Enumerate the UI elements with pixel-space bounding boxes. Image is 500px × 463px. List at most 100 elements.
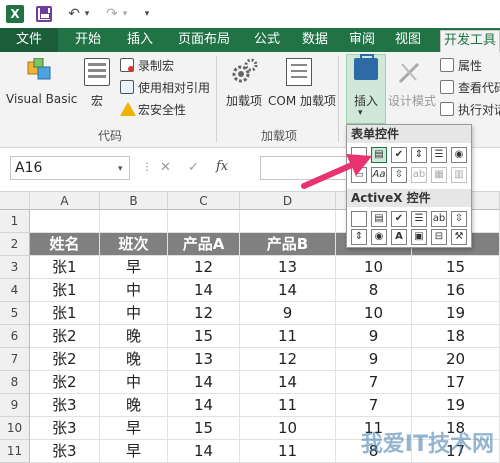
spin-button-form-control-icon[interactable]: ⇕ [411, 147, 427, 163]
table-cell[interactable]: 张2 [30, 325, 100, 348]
table-cell[interactable]: 11 [240, 440, 336, 463]
activex-list-box-icon[interactable]: ☰ [411, 211, 427, 227]
tab-data[interactable]: 数据 [292, 28, 338, 52]
row-header[interactable]: 6 [0, 325, 30, 348]
properties-label[interactable]: 属性 [458, 57, 482, 74]
table-cell[interactable]: 19 [412, 302, 500, 325]
scroll-bar-form-control-icon[interactable]: ⇳ [391, 167, 407, 183]
table-cell[interactable]: 10 [240, 417, 336, 440]
properties-icon[interactable] [440, 58, 454, 72]
table-cell[interactable]: 12 [168, 302, 240, 325]
header-cell[interactable]: 班次 [100, 233, 168, 256]
table-cell[interactable]: 19 [412, 394, 500, 417]
activex-label-icon[interactable]: A [391, 229, 407, 245]
table-cell[interactable]: 9 [336, 348, 412, 371]
table-cell[interactable]: 14 [240, 279, 336, 302]
table-cell[interactable]: 张2 [30, 371, 100, 394]
activex-combo-box-icon[interactable]: ▤ [371, 211, 387, 227]
tab-review[interactable]: 审阅 [340, 28, 384, 52]
name-box[interactable]: A16 [10, 156, 130, 180]
table-cell[interactable]: 7 [336, 371, 412, 394]
activex-toggle-button-icon[interactable]: ⊟ [431, 229, 447, 245]
empty-cell[interactable] [30, 210, 100, 233]
activex-spin-button-icon[interactable]: ⇕ [351, 229, 367, 245]
redo-icon[interactable]: ↷ [104, 4, 120, 24]
tab-insert[interactable]: 插入 [116, 28, 164, 52]
table-cell[interactable]: 14 [168, 371, 240, 394]
addins-label[interactable]: 加载项 [226, 92, 262, 109]
table-cell[interactable]: 中 [100, 302, 168, 325]
empty-cell[interactable] [100, 210, 168, 233]
table-cell[interactable]: 张1 [30, 302, 100, 325]
insert-function-icon[interactable]: fx [216, 159, 228, 174]
tab-page-layout[interactable]: 页面布局 [166, 28, 242, 52]
row-header[interactable]: 10 [0, 417, 30, 440]
cancel-icon[interactable]: ✕ [160, 160, 171, 175]
com-addins-label[interactable]: COM 加载项 [268, 92, 336, 109]
redo-dropdown-icon[interactable]: ▾ [120, 4, 130, 24]
column-header-c[interactable]: C [168, 192, 240, 210]
table-cell[interactable]: 7 [336, 394, 412, 417]
table-cell[interactable]: 9 [336, 325, 412, 348]
tab-home[interactable]: 开始 [60, 28, 116, 52]
activex-text-box-icon[interactable]: ab [431, 211, 447, 227]
table-cell[interactable]: 14 [240, 371, 336, 394]
run-dialog-label[interactable]: 执行对话 [458, 101, 500, 118]
table-cell[interactable]: 14 [168, 394, 240, 417]
table-cell[interactable]: 13 [240, 256, 336, 279]
table-cell[interactable]: 13 [168, 348, 240, 371]
table-cell[interactable]: 14 [168, 440, 240, 463]
checkbox-form-control-icon[interactable]: ✔ [391, 147, 407, 163]
select-all-corner[interactable] [0, 192, 30, 210]
run-dialog-icon[interactable] [440, 102, 454, 116]
table-cell[interactable]: 张3 [30, 440, 100, 463]
empty-cell[interactable] [168, 210, 240, 233]
table-cell[interactable]: 17 [412, 371, 500, 394]
table-cell[interactable]: 11 [240, 325, 336, 348]
table-cell[interactable]: 12 [240, 348, 336, 371]
table-cell[interactable]: 张1 [30, 279, 100, 302]
table-cell[interactable]: 15 [168, 325, 240, 348]
row-header[interactable]: 4 [0, 279, 30, 302]
view-code-label[interactable]: 查看代码 [458, 79, 500, 96]
table-cell[interactable]: 早 [100, 256, 168, 279]
macro-security-label[interactable]: 宏安全性 [138, 101, 186, 118]
record-macro-label[interactable]: 录制宏 [138, 57, 174, 74]
table-cell[interactable]: 早 [100, 440, 168, 463]
gear-icon[interactable] [232, 58, 258, 84]
design-mode-label[interactable]: 设计模式 [388, 92, 436, 109]
table-cell[interactable]: 中 [100, 371, 168, 394]
macro-icon[interactable] [84, 58, 110, 86]
table-cell[interactable]: 晚 [100, 348, 168, 371]
tab-developer[interactable]: 开发工具 [440, 30, 500, 52]
table-cell[interactable]: 中 [100, 279, 168, 302]
table-cell[interactable]: 张3 [30, 394, 100, 417]
table-cell[interactable]: 10 [336, 256, 412, 279]
tab-formulas[interactable]: 公式 [244, 28, 290, 52]
column-header-d[interactable]: D [240, 192, 336, 210]
visual-basic-icon[interactable] [26, 57, 54, 84]
tab-file[interactable]: 文件 [0, 28, 58, 52]
row-header[interactable]: 9 [0, 394, 30, 417]
header-cell[interactable]: 产品A [168, 233, 240, 256]
header-cell[interactable]: 姓名 [30, 233, 100, 256]
relative-reference-label[interactable]: 使用相对引用 [138, 79, 210, 96]
option-button-form-control-icon[interactable]: ◉ [451, 147, 467, 163]
table-cell[interactable]: 张1 [30, 256, 100, 279]
table-cell[interactable]: 16 [412, 279, 500, 302]
table-cell[interactable]: 10 [336, 302, 412, 325]
table-cell[interactable]: 14 [168, 279, 240, 302]
table-cell[interactable]: 20 [412, 348, 500, 371]
row-header[interactable]: 5 [0, 302, 30, 325]
undo-icon[interactable]: ↶ [66, 4, 82, 24]
activex-option-button-icon[interactable]: ◉ [371, 229, 387, 245]
row-header[interactable]: 2 [0, 233, 30, 256]
warning-icon[interactable] [120, 102, 136, 116]
table-cell[interactable]: 张2 [30, 348, 100, 371]
table-cell[interactable]: 晚 [100, 325, 168, 348]
tab-view[interactable]: 视图 [386, 28, 430, 52]
save-icon[interactable] [36, 6, 52, 22]
activex-button-icon[interactable] [351, 211, 367, 227]
table-cell[interactable]: 9 [240, 302, 336, 325]
customize-qat-icon[interactable]: ▾ [142, 4, 152, 24]
